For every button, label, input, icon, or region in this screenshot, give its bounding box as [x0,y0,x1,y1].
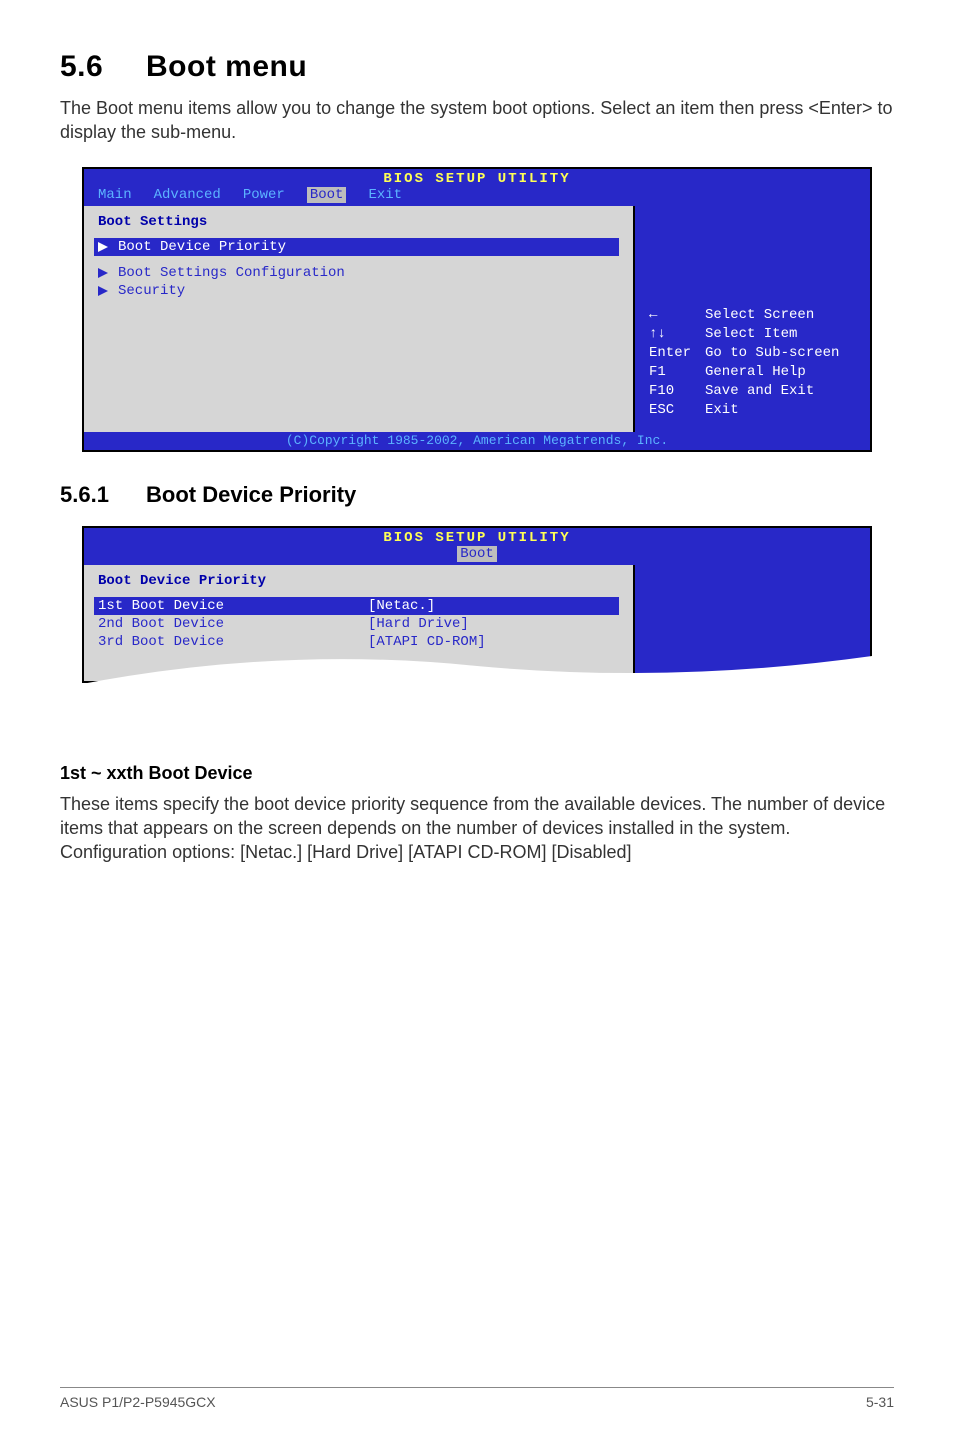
option-value: [ATAPI CD-ROM] [368,634,486,650]
bios-copyright: (C)Copyright 1985-2002, American Megatre… [84,432,870,450]
help-line: ESCExit [649,401,856,420]
menu-item-boot-device-priority[interactable]: Boot Device Priority [94,238,619,256]
bios-pane-title: Boot Device Priority [98,573,619,589]
subsection-header: 5.6.1Boot Device Priority [60,482,894,508]
section-title: Boot menu [146,50,307,83]
option-1st-boot-device[interactable]: 1st Boot Device [Netac.] [94,597,619,615]
page-footer: ASUS P1/P2-P5945GCX 5-31 [60,1387,894,1410]
bios-screenshot-boot-settings: BIOS SETUP UTILITY Main Advanced Power B… [82,167,872,452]
bios-left-pane: Boot Settings Boot Device Priority Boot … [84,206,635,432]
footer-right: 5-31 [866,1394,894,1410]
menu-item-security[interactable]: Security [98,282,619,300]
subsection-number: 5.6.1 [60,482,146,508]
bios-tabbar: Main Advanced Power Boot Exit [84,187,870,206]
bios-left-pane: Boot Device Priority 1st Boot Device [Ne… [84,565,635,681]
help-line: ↑↓Select Item [649,325,856,344]
footer-left: ASUS P1/P2-P5945GCX [60,1394,216,1410]
section-number: 5.6 [60,50,146,84]
help-line: EnterGo to Sub-screen [649,344,856,363]
option-2nd-boot-device[interactable]: 2nd Boot Device [Hard Drive] [98,615,619,633]
tab-power[interactable]: Power [243,187,285,203]
bios-tabbar: Boot [84,546,870,565]
bios-screenshot-boot-device-priority: BIOS SETUP UTILITY Boot Boot Device Prio… [82,526,872,683]
option-3rd-boot-device[interactable]: 3rd Boot Device [ATAPI CD-ROM] [98,633,619,651]
menu-item-label: Boot Device Priority [118,239,286,255]
submenu-triangle-icon [98,242,108,252]
section-header: 5.6Boot menu [60,50,894,84]
option-value: [Netac.] [368,598,435,614]
submenu-triangle-icon [98,286,108,296]
help-line: ←Select Screen [649,306,856,325]
help-line: F1General Help [649,363,856,382]
option-label: 3rd Boot Device [98,634,358,650]
bios-pane-title: Boot Settings [98,214,619,230]
bios-title: BIOS SETUP UTILITY [84,169,870,187]
bios-right-pane [635,565,870,681]
tab-exit[interactable]: Exit [368,187,402,203]
tab-advanced[interactable]: Advanced [154,187,221,203]
option-label: 2nd Boot Device [98,616,358,632]
option-label: 1st Boot Device [98,598,358,614]
field-body: These items specify the boot device prio… [60,792,894,865]
section-intro: The Boot menu items allow you to change … [60,96,894,145]
menu-item-label: Security [118,283,185,299]
menu-item-boot-settings-configuration[interactable]: Boot Settings Configuration [98,264,619,282]
subsection-title: Boot Device Priority [146,482,356,507]
tab-boot[interactable]: Boot [307,187,347,203]
tab-main[interactable]: Main [98,187,132,203]
submenu-triangle-icon [98,268,108,278]
help-line: F10Save and Exit [649,382,856,401]
bios-right-pane: ←Select Screen ↑↓Select Item EnterGo to … [635,206,870,432]
field-heading: 1st ~ xxth Boot Device [60,763,894,784]
option-value: [Hard Drive] [368,616,469,632]
bios-help-block: ←Select Screen ↑↓Select Item EnterGo to … [649,306,856,419]
menu-item-label: Boot Settings Configuration [118,265,345,281]
bios-title: BIOS SETUP UTILITY [84,528,870,546]
tab-boot[interactable]: Boot [457,546,497,562]
